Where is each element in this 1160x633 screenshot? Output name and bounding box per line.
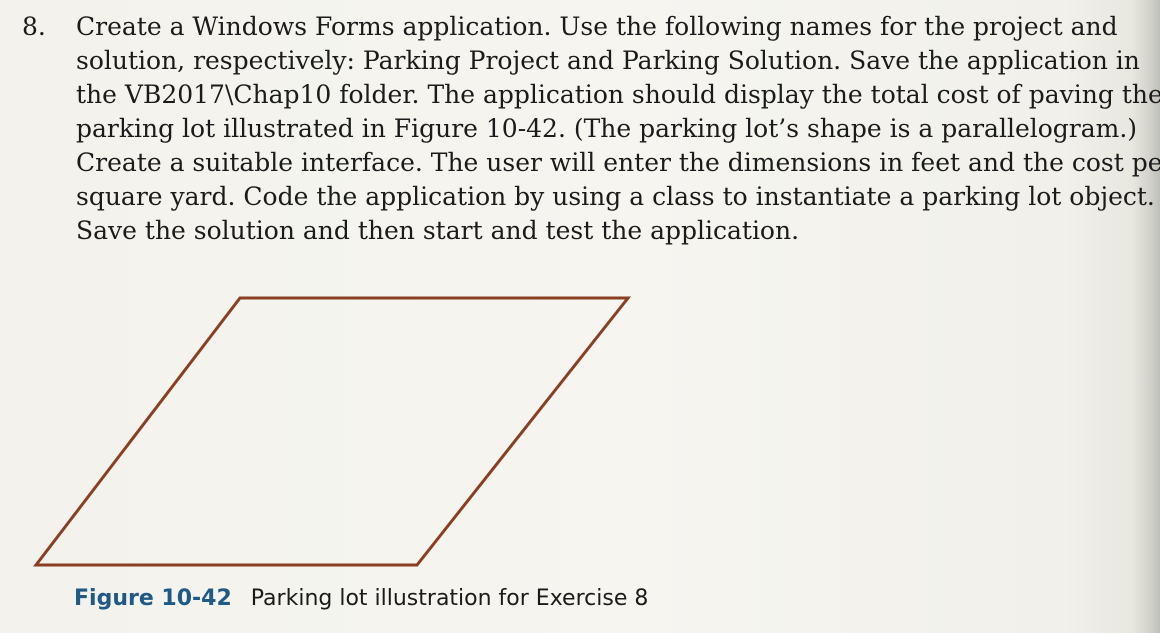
figure-label: Figure 10-42 — [74, 586, 232, 611]
textbook-page: 8. Create a Windows Forms application. U… — [0, 0, 1160, 633]
parallelogram-shape — [32, 296, 632, 567]
parking-lot-figure — [32, 296, 632, 567]
figure-caption: Figure 10-42 Parking lot illustration fo… — [74, 584, 648, 614]
figure-title: Parking lot illustration for Exercise 8 — [250, 586, 649, 611]
